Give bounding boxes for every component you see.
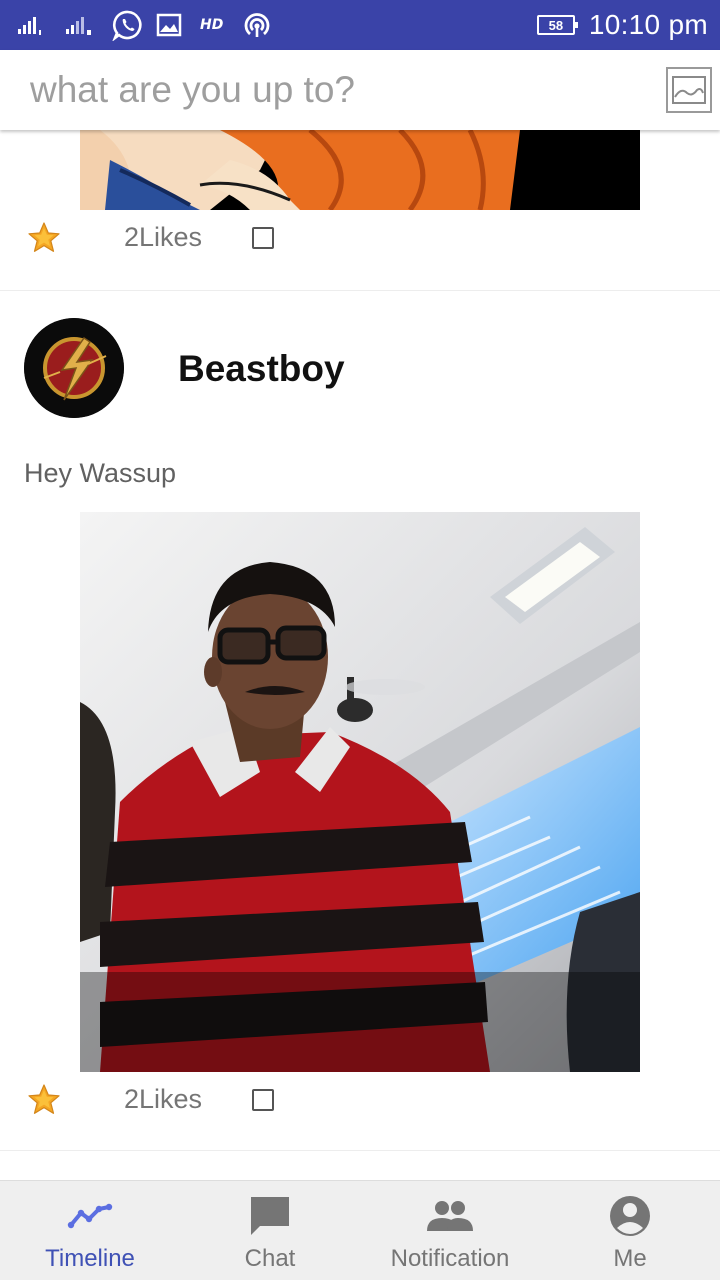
clock: 10:10 pm [588,9,708,40]
battery-icon: 58 [536,15,578,35]
like-checkbox[interactable] [252,227,274,249]
tab-me[interactable]: Me [540,1181,720,1281]
tab-label: Me [613,1245,647,1272]
image-icon[interactable] [666,67,712,113]
status-bar: HD 58 10:10 pm [0,0,720,50]
whatsapp-icon [112,8,144,42]
tab-label: Notification [390,1245,510,1272]
status-icons: HD [16,8,273,42]
status-right: 58 10:10 pm [536,6,708,44]
selfie-photo[interactable] [80,512,640,1072]
chat-icon [247,1193,293,1239]
post-divider [0,290,720,291]
tab-chat[interactable]: Chat [180,1181,360,1281]
timeline-icon [67,1193,113,1239]
timeline-feed[interactable]: 2Likes Beastboy Hey Wassup 2Likes [0,130,720,1180]
hd-icon: HD [200,17,224,33]
bottom-navigation: Timeline Chat Notification Me [0,1180,720,1280]
tab-label: Timeline [45,1245,135,1272]
star-icon[interactable] [26,220,62,256]
likes-count: 2Likes [124,222,203,252]
tab-label: Chat [244,1245,296,1272]
gallery-icon [156,8,182,42]
status-input[interactable] [20,62,640,118]
anime-character-image [80,130,640,210]
signal-sim1-icon [16,8,52,42]
tab-notification[interactable]: Notification [360,1181,540,1281]
tab-timeline[interactable]: Timeline [0,1181,180,1281]
signal-sim2-icon [64,8,100,42]
avatar[interactable] [24,318,124,418]
account-icon [607,1193,653,1239]
likes-count: 2Likes [124,1084,203,1114]
people-icon [427,1193,473,1239]
post-actions: 2Likes [0,1072,720,1128]
post-actions: 2Likes [0,210,720,266]
post-text: Hey Wassup [24,458,177,488]
battery-level: 58 [548,17,564,33]
post-divider [0,1150,720,1151]
star-icon[interactable] [26,1082,62,1118]
hotspot-icon [241,8,273,42]
like-checkbox[interactable] [252,1089,274,1111]
username[interactable]: Beastboy [178,348,345,390]
compose-bar [0,50,720,130]
post-header: Beastboy [0,318,720,418]
